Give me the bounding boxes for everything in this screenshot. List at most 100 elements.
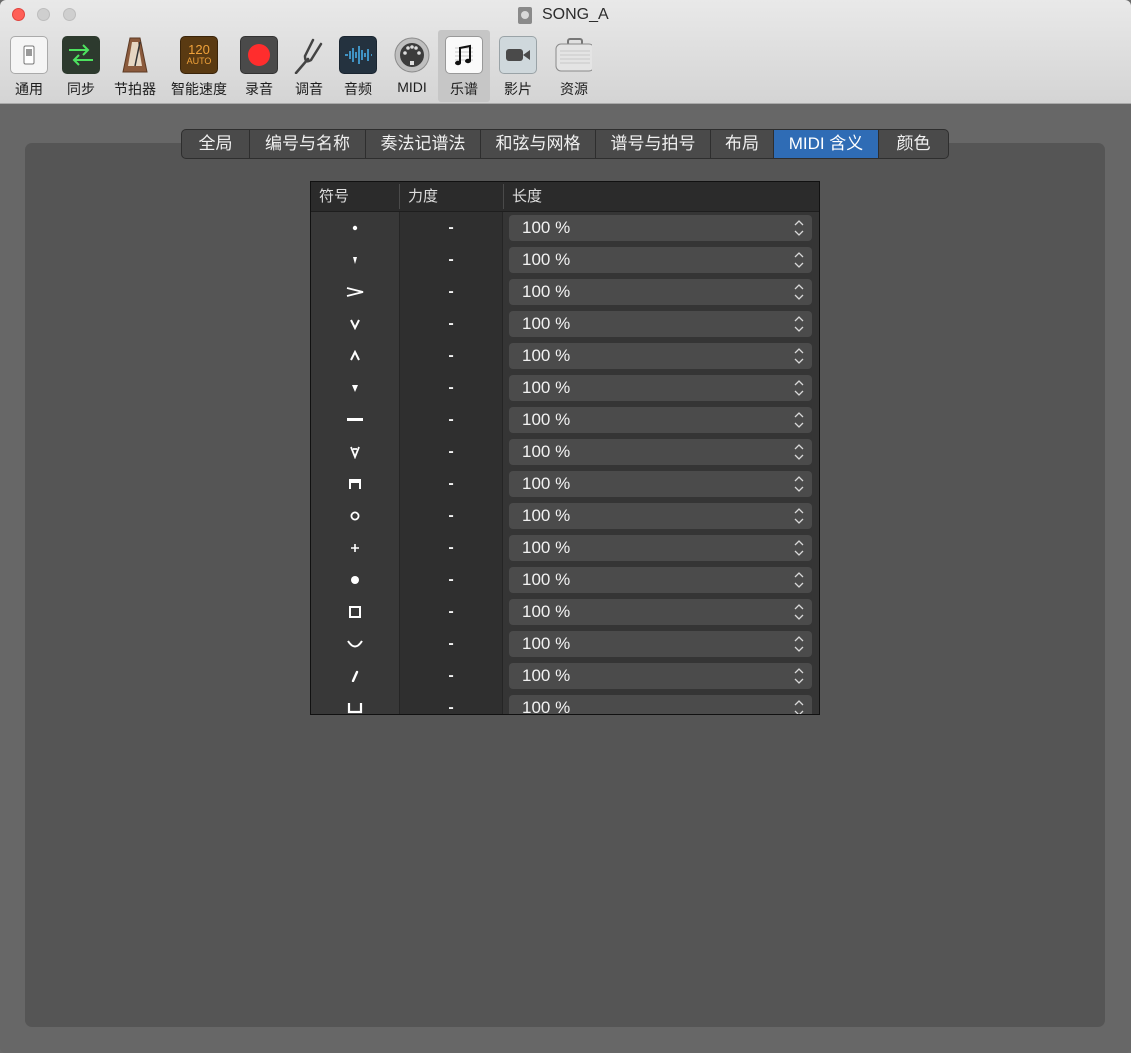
tab-midi-meaning[interactable]: MIDI 含义 — [774, 130, 879, 158]
length-value: 100 % — [522, 570, 571, 589]
velocity-cell[interactable]: - — [399, 532, 503, 564]
toolbar-label: 影片 — [504, 81, 532, 97]
stepper-arrows-icon[interactable] — [794, 251, 804, 269]
table-row: -100 % — [311, 468, 819, 500]
length-stepper[interactable]: 100 % — [509, 311, 812, 337]
stepper-arrows-icon[interactable] — [794, 603, 804, 621]
length-stepper[interactable]: 100 % — [509, 343, 812, 369]
stepper-arrows-icon[interactable] — [794, 507, 804, 525]
column-header-length[interactable]: 长度 — [512, 182, 542, 211]
stepper-arrows-icon[interactable] — [794, 571, 804, 589]
toolbar-label: 音频 — [344, 81, 372, 97]
stepper-arrows-icon[interactable] — [794, 635, 804, 653]
length-stepper[interactable]: 100 % — [509, 695, 812, 714]
length-value: 100 % — [522, 346, 571, 365]
length-stepper[interactable]: 100 % — [509, 503, 812, 529]
arc-icon — [311, 628, 399, 660]
length-stepper[interactable]: 100 % — [509, 247, 812, 273]
preferences-window: SONG_A 通用 同步 节拍器 120 AUTO 智能速度 录音 调音 音频 … — [0, 0, 1131, 1053]
toolbar-item-tuning[interactable]: 调音 — [288, 30, 330, 102]
length-stepper[interactable]: 100 % — [509, 215, 812, 241]
toolbar-item-metronome[interactable]: 节拍器 — [110, 30, 160, 102]
velocity-cell[interactable]: - — [399, 308, 503, 340]
marcato-up-icon — [311, 340, 399, 372]
toolbar-item-movie[interactable]: 影片 — [497, 30, 539, 102]
toolbar-label: 乐谱 — [450, 81, 478, 97]
toolbar-item-general[interactable]: 通用 — [8, 30, 50, 102]
length-value: 100 % — [522, 250, 571, 269]
tab-global[interactable]: 全局 — [182, 130, 250, 158]
wedge-icon — [311, 372, 399, 404]
length-value: 100 % — [522, 442, 571, 461]
length-stepper[interactable]: 100 % — [509, 375, 812, 401]
stepper-arrows-icon[interactable] — [794, 411, 804, 429]
tab-articulation[interactable]: 奏法记谱法 — [366, 130, 481, 158]
stepper-arrows-icon[interactable] — [794, 283, 804, 301]
length-stepper[interactable]: 100 % — [509, 599, 812, 625]
toolbar-item-recording[interactable]: 录音 — [238, 30, 280, 102]
toolbar-label: MIDI — [397, 79, 427, 95]
velocity-cell[interactable]: - — [399, 692, 503, 714]
tab-layout[interactable]: 布局 — [711, 130, 774, 158]
velocity-cell[interactable]: - — [399, 660, 503, 692]
stepper-arrows-icon[interactable] — [794, 347, 804, 365]
length-stepper[interactable]: 100 % — [509, 567, 812, 593]
stepper-arrows-icon[interactable] — [794, 475, 804, 493]
tab-chords-grids[interactable]: 和弦与网格 — [481, 130, 596, 158]
toolbar-item-audio[interactable]: 音频 — [337, 30, 379, 102]
length-stepper[interactable]: 100 % — [509, 631, 812, 657]
stepper-arrows-icon[interactable] — [794, 667, 804, 685]
velocity-cell[interactable]: - — [399, 276, 503, 308]
velocity-cell[interactable]: - — [399, 372, 503, 404]
length-stepper[interactable]: 100 % — [509, 535, 812, 561]
toolbar-item-assets[interactable]: 资源 — [550, 30, 598, 102]
velocity-cell[interactable]: - — [399, 500, 503, 532]
table-row: -100 % — [311, 212, 819, 244]
tab-numbers-names[interactable]: 编号与名称 — [250, 130, 366, 158]
minimize-window-button[interactable] — [37, 8, 50, 21]
velocity-cell[interactable]: - — [399, 564, 503, 596]
toolbar-label: 录音 — [245, 81, 273, 97]
toolbar-item-sync[interactable]: 同步 — [58, 30, 104, 102]
velocity-cell[interactable]: - — [399, 244, 503, 276]
velocity-cell[interactable]: - — [399, 340, 503, 372]
waveform-icon — [339, 36, 377, 74]
column-header-velocity[interactable]: 力度 — [408, 182, 438, 211]
velocity-cell[interactable]: - — [399, 436, 503, 468]
length-stepper[interactable]: 100 % — [509, 663, 812, 689]
stepper-arrows-icon[interactable] — [794, 379, 804, 397]
length-stepper[interactable]: 100 % — [509, 407, 812, 433]
square-icon — [311, 596, 399, 628]
stepper-arrows-icon[interactable] — [794, 443, 804, 461]
stepper-arrows-icon[interactable] — [794, 219, 804, 237]
velocity-cell[interactable]: - — [399, 628, 503, 660]
length-stepper[interactable]: 100 % — [509, 279, 812, 305]
toolbar-item-score[interactable]: 乐谱 — [438, 30, 490, 102]
velocity-cell[interactable]: - — [399, 596, 503, 628]
table-row: -100 % — [311, 692, 819, 714]
stepper-arrows-icon[interactable] — [794, 315, 804, 333]
tab-colors[interactable]: 颜色 — [879, 130, 948, 158]
tab-clefs-signatures[interactable]: 谱号与拍号 — [596, 130, 711, 158]
zoom-window-button[interactable] — [63, 8, 76, 21]
table-row: -100 % — [311, 532, 819, 564]
close-window-button[interactable] — [12, 8, 25, 21]
column-header-symbol[interactable]: 符号 — [319, 182, 349, 211]
toolbar-item-smart-tempo[interactable]: 120 AUTO 智能速度 — [168, 30, 230, 102]
column-divider — [399, 184, 400, 209]
table-row: -100 % — [311, 660, 819, 692]
length-stepper[interactable]: 100 % — [509, 439, 812, 465]
harmonic-circle-icon — [311, 500, 399, 532]
velocity-cell[interactable]: - — [399, 212, 503, 244]
sync-arrows-icon — [62, 36, 100, 74]
velocity-cell[interactable]: - — [399, 404, 503, 436]
toolbar-item-midi[interactable]: MIDI — [389, 30, 435, 102]
length-stepper[interactable]: 100 % — [509, 471, 812, 497]
length-value: 100 % — [522, 634, 571, 653]
stepper-arrows-icon[interactable] — [794, 539, 804, 557]
velocity-cell[interactable]: - — [399, 468, 503, 500]
stepper-arrows-icon[interactable] — [794, 699, 804, 714]
plus-icon — [311, 532, 399, 564]
tempo-mode: AUTO — [186, 56, 212, 66]
briefcase-icon — [554, 36, 592, 74]
